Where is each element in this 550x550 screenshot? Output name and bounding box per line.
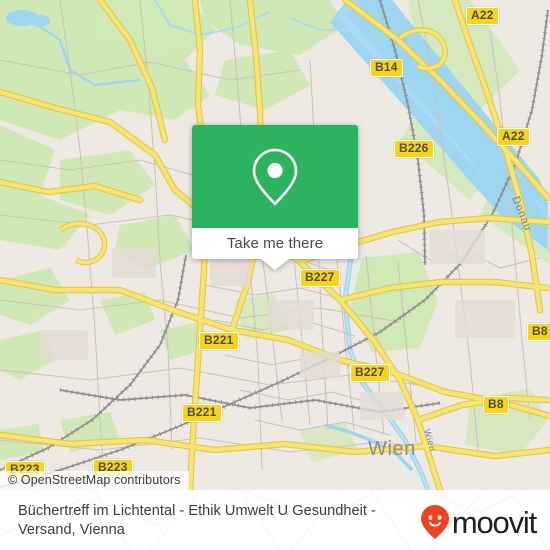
road-shield: B227 [300, 269, 340, 287]
footer-bar: Büchertreff im Lichtental - Ethik Umwelt… [0, 490, 550, 550]
road-shield: A22 [497, 128, 530, 146]
road-shield-label: B227 [305, 270, 335, 284]
road-shield: A22 [466, 7, 499, 25]
map-attribution[interactable]: © OpenStreetMap contributors [0, 471, 189, 490]
location-popup[interactable]: Take me there [192, 125, 358, 270]
location-title: Büchertreff im Lichtental - Ethik Umwelt… [18, 503, 376, 538]
road-shield-label: B221 [204, 333, 234, 347]
road-shield: B227 [350, 364, 390, 382]
road-shield-label: A22 [502, 129, 525, 143]
svg-text:Wien: Wien [368, 438, 416, 460]
road-shield: B14 [370, 59, 403, 77]
road-shield-label: B8 [532, 324, 548, 338]
road-shield: B221 [182, 404, 222, 422]
road-shield: B8 [527, 323, 550, 341]
popup-tail [261, 259, 289, 270]
road-shield-label: B14 [375, 60, 398, 74]
road-shield-label: B8 [488, 397, 504, 411]
road-shield: B8 [483, 396, 509, 414]
take-me-there-label: Take me there [226, 235, 324, 252]
road-shield-label: B226 [399, 141, 429, 155]
road-shield-label: B221 [187, 405, 217, 419]
road-shield: B221 [199, 332, 239, 350]
road-shield-label: A22 [471, 8, 494, 22]
road-shield: B226 [394, 140, 434, 158]
moovit-pin-icon [420, 505, 449, 539]
popup-header [192, 125, 358, 228]
moovit-map-screenshot: Wien Donau Wien A22 B14 A22 B226 B227 B8 B221 B… [0, 0, 550, 550]
take-me-there-button[interactable]: Take me there [192, 228, 358, 259]
road-shield-label: B227 [355, 365, 385, 379]
moovit-logo[interactable]: moovit [420, 504, 537, 540]
moovit-wordmark: moovit [451, 504, 537, 540]
map-canvas[interactable]: Wien Donau Wien A22 B14 A22 B226 B227 B8 B221 B… [0, 0, 550, 490]
map-pin-icon [252, 148, 298, 205]
